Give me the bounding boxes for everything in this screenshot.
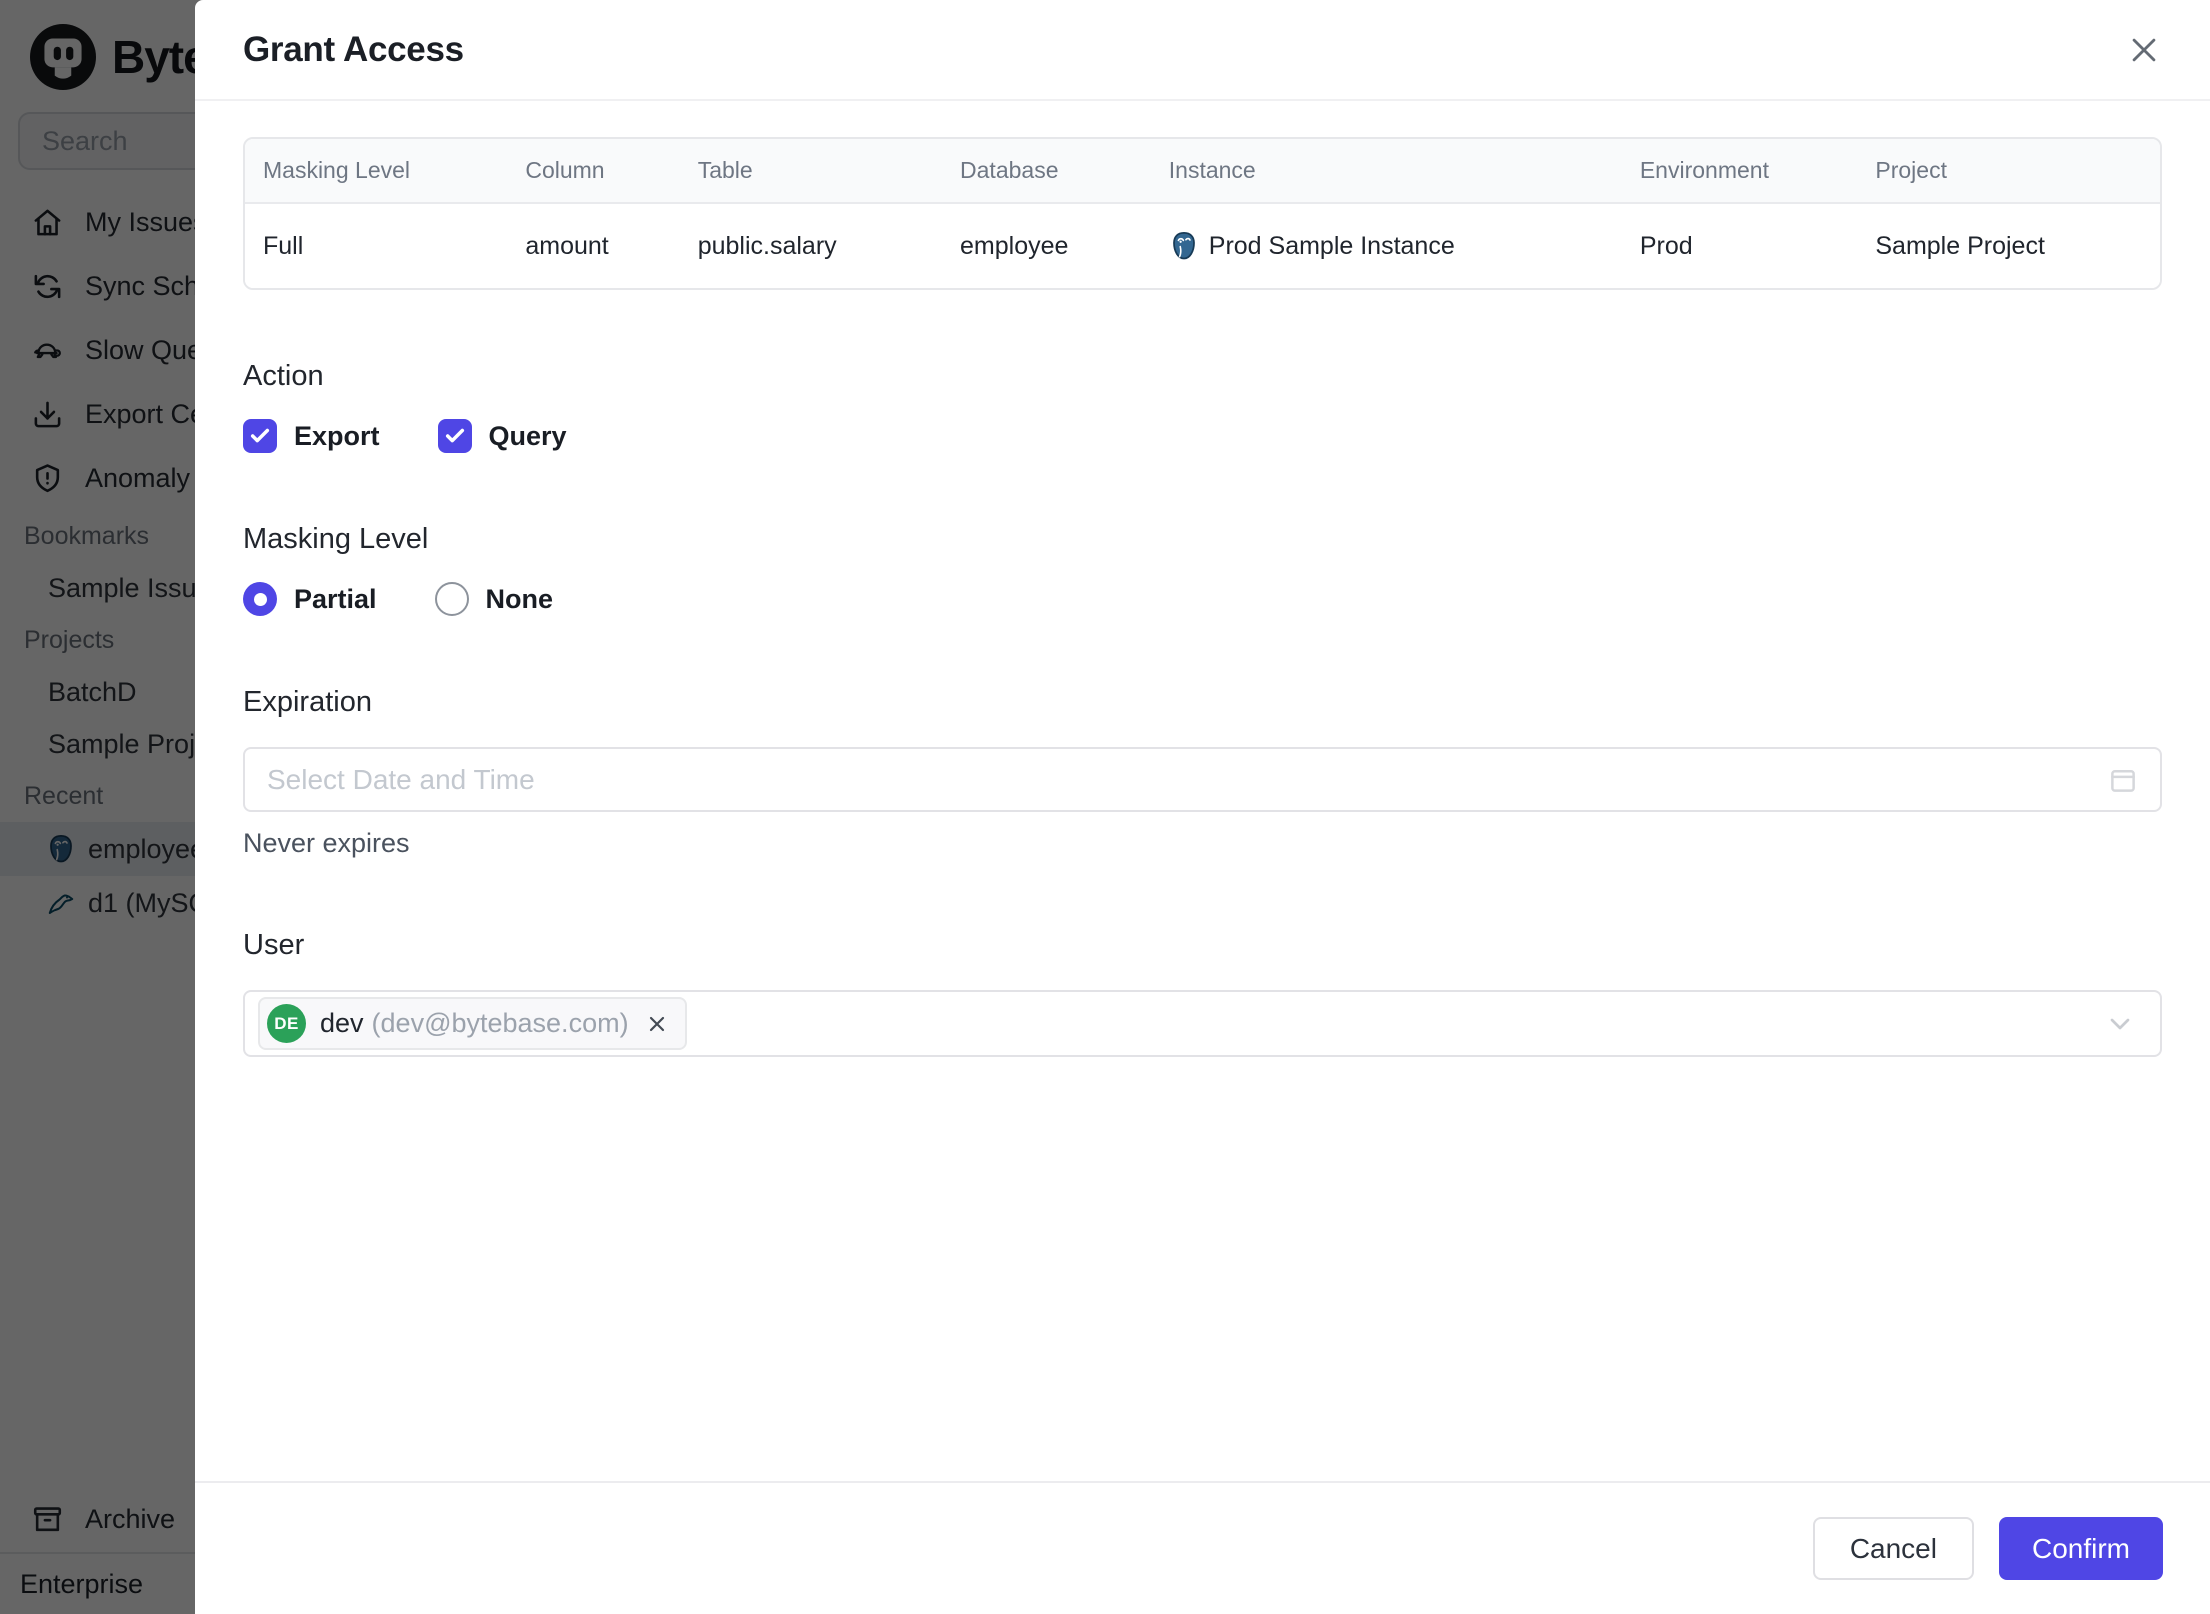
calendar-icon — [2111, 769, 2135, 792]
query-label: Query — [488, 420, 567, 451]
partial-label: Partial — [294, 583, 377, 614]
user-select[interactable]: DE dev (dev@bytebase.com) — [243, 990, 2162, 1057]
radio-unselected-icon[interactable] — [434, 582, 469, 616]
user-chip[interactable]: DE dev (dev@bytebase.com) — [258, 997, 687, 1050]
query-checkbox-option[interactable]: Query — [437, 419, 567, 453]
col-database: Database — [942, 139, 1151, 204]
col-environment: Environment — [1621, 139, 1858, 204]
table-row: Full amount public.salary employee Prod … — [245, 204, 2160, 288]
instance-name: Prod Sample Instance — [1208, 231, 1455, 260]
checkbox-checked-icon[interactable] — [437, 419, 472, 453]
grant-access-modal: Grant Access Masking Level Column Table … — [195, 0, 2210, 1614]
export-checkbox-option[interactable]: Export — [243, 419, 380, 453]
checkbox-checked-icon[interactable] — [243, 419, 277, 453]
grant-target-table: Masking Level Column Table Database Inst… — [243, 137, 2162, 290]
postgres-icon — [1172, 231, 1195, 260]
chevron-down-icon — [2110, 1018, 2130, 1029]
remove-user-button[interactable] — [645, 1012, 669, 1036]
modal-title: Grant Access — [243, 29, 464, 69]
user-name: dev — [320, 1008, 364, 1038]
remove-icon — [649, 1016, 664, 1031]
expiration-note: Never expires — [243, 828, 410, 858]
table-header-row: Masking Level Column Table Database Inst… — [245, 139, 2160, 204]
expiration-placeholder: Select Date and Time — [267, 763, 535, 795]
cell-project: Sample Project — [1857, 204, 2160, 288]
cell-database: employee — [942, 204, 1151, 288]
cell-table: public.salary — [679, 204, 943, 288]
close-button[interactable] — [2124, 30, 2164, 70]
radio-selected-icon[interactable] — [243, 582, 277, 616]
modal-footer: Cancel Confirm — [195, 1481, 2210, 1614]
expiration-datetime-input[interactable]: Select Date and Time — [243, 747, 2162, 812]
partial-radio-option[interactable]: Partial — [243, 582, 377, 616]
cancel-button[interactable]: Cancel — [1812, 1517, 1974, 1580]
export-label: Export — [294, 420, 380, 451]
col-masking-level: Masking Level — [245, 139, 508, 204]
cell-masking-level: Full — [245, 204, 508, 288]
cell-environment: Prod — [1621, 204, 1858, 288]
user-email: (dev@bytebase.com) — [371, 1008, 629, 1038]
col-project: Project — [1857, 139, 2160, 204]
action-heading: Action — [243, 360, 324, 392]
user-heading: User — [243, 929, 305, 961]
cell-column: amount — [507, 204, 680, 288]
col-column: Column — [507, 139, 680, 204]
avatar: DE — [267, 1004, 306, 1043]
confirm-button[interactable]: Confirm — [1998, 1517, 2163, 1580]
cell-instance: Prod Sample Instance — [1150, 204, 1622, 288]
modal-header: Grant Access — [195, 0, 2210, 101]
col-table: Table — [679, 139, 943, 204]
none-radio-option[interactable]: None — [434, 582, 554, 616]
modal-body: Masking Level Column Table Database Inst… — [195, 101, 2210, 1481]
col-instance: Instance — [1150, 139, 1622, 204]
expiration-heading: Expiration — [243, 686, 372, 718]
close-icon — [2132, 38, 2156, 61]
masking-level-heading: Masking Level — [243, 523, 429, 555]
none-label: None — [485, 583, 554, 614]
